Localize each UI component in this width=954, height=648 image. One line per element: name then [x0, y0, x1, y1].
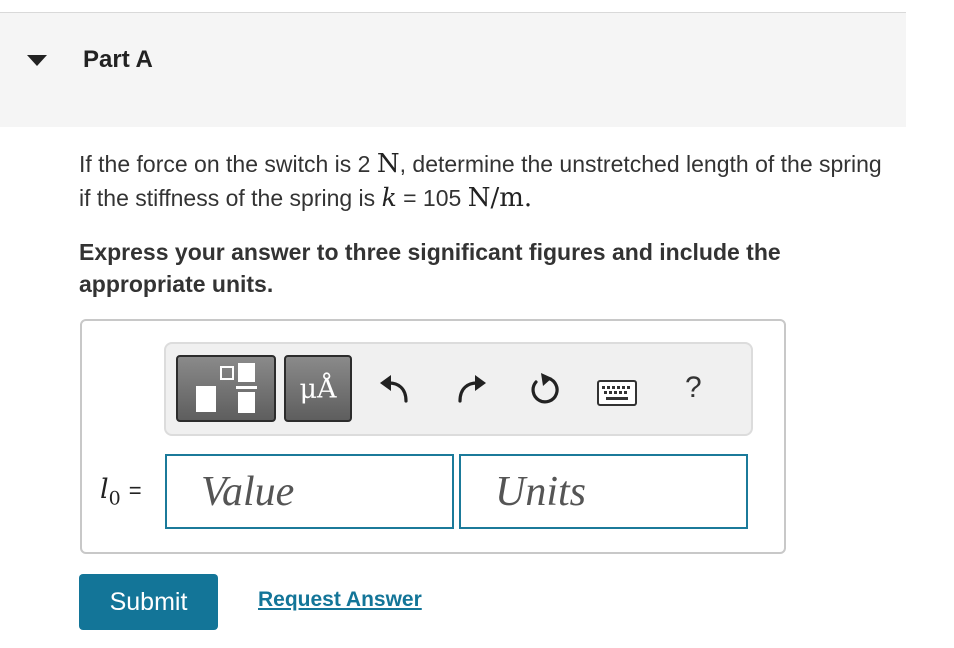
variable-label: l0 = [100, 474, 142, 509]
fraction-templates-icon[interactable] [176, 355, 276, 422]
undo-icon[interactable] [378, 374, 410, 404]
keyboard-icon[interactable] [597, 380, 637, 406]
units-input[interactable] [459, 454, 748, 529]
force-unit: N [376, 149, 400, 179]
help-button[interactable]: ? [685, 371, 702, 405]
part-title: Part A [83, 46, 153, 73]
caret-down-icon[interactable] [27, 55, 47, 66]
stiffness-unit: N/m [467, 183, 524, 213]
question-text-1: If the force on the switch is 2 [79, 151, 377, 177]
question-text-4: . [523, 183, 533, 213]
reset-icon[interactable] [528, 372, 560, 406]
request-answer-link[interactable]: Request Answer [258, 588, 422, 612]
units-button[interactable]: μÅ [284, 355, 352, 422]
stiffness-symbol: k [381, 183, 397, 212]
question-text-3: = 105 [396, 185, 468, 211]
redo-icon[interactable] [456, 374, 488, 404]
submit-button[interactable]: Submit [79, 574, 218, 630]
variable-symbol: l [100, 474, 109, 505]
answer-instruction: Express your answer to three significant… [79, 239, 781, 297]
equals-sign: = [128, 478, 142, 503]
question-text: If the force on the switch is 2 N, deter… [79, 148, 899, 215]
value-input[interactable] [165, 454, 454, 529]
variable-subscript: 0 [108, 487, 121, 510]
